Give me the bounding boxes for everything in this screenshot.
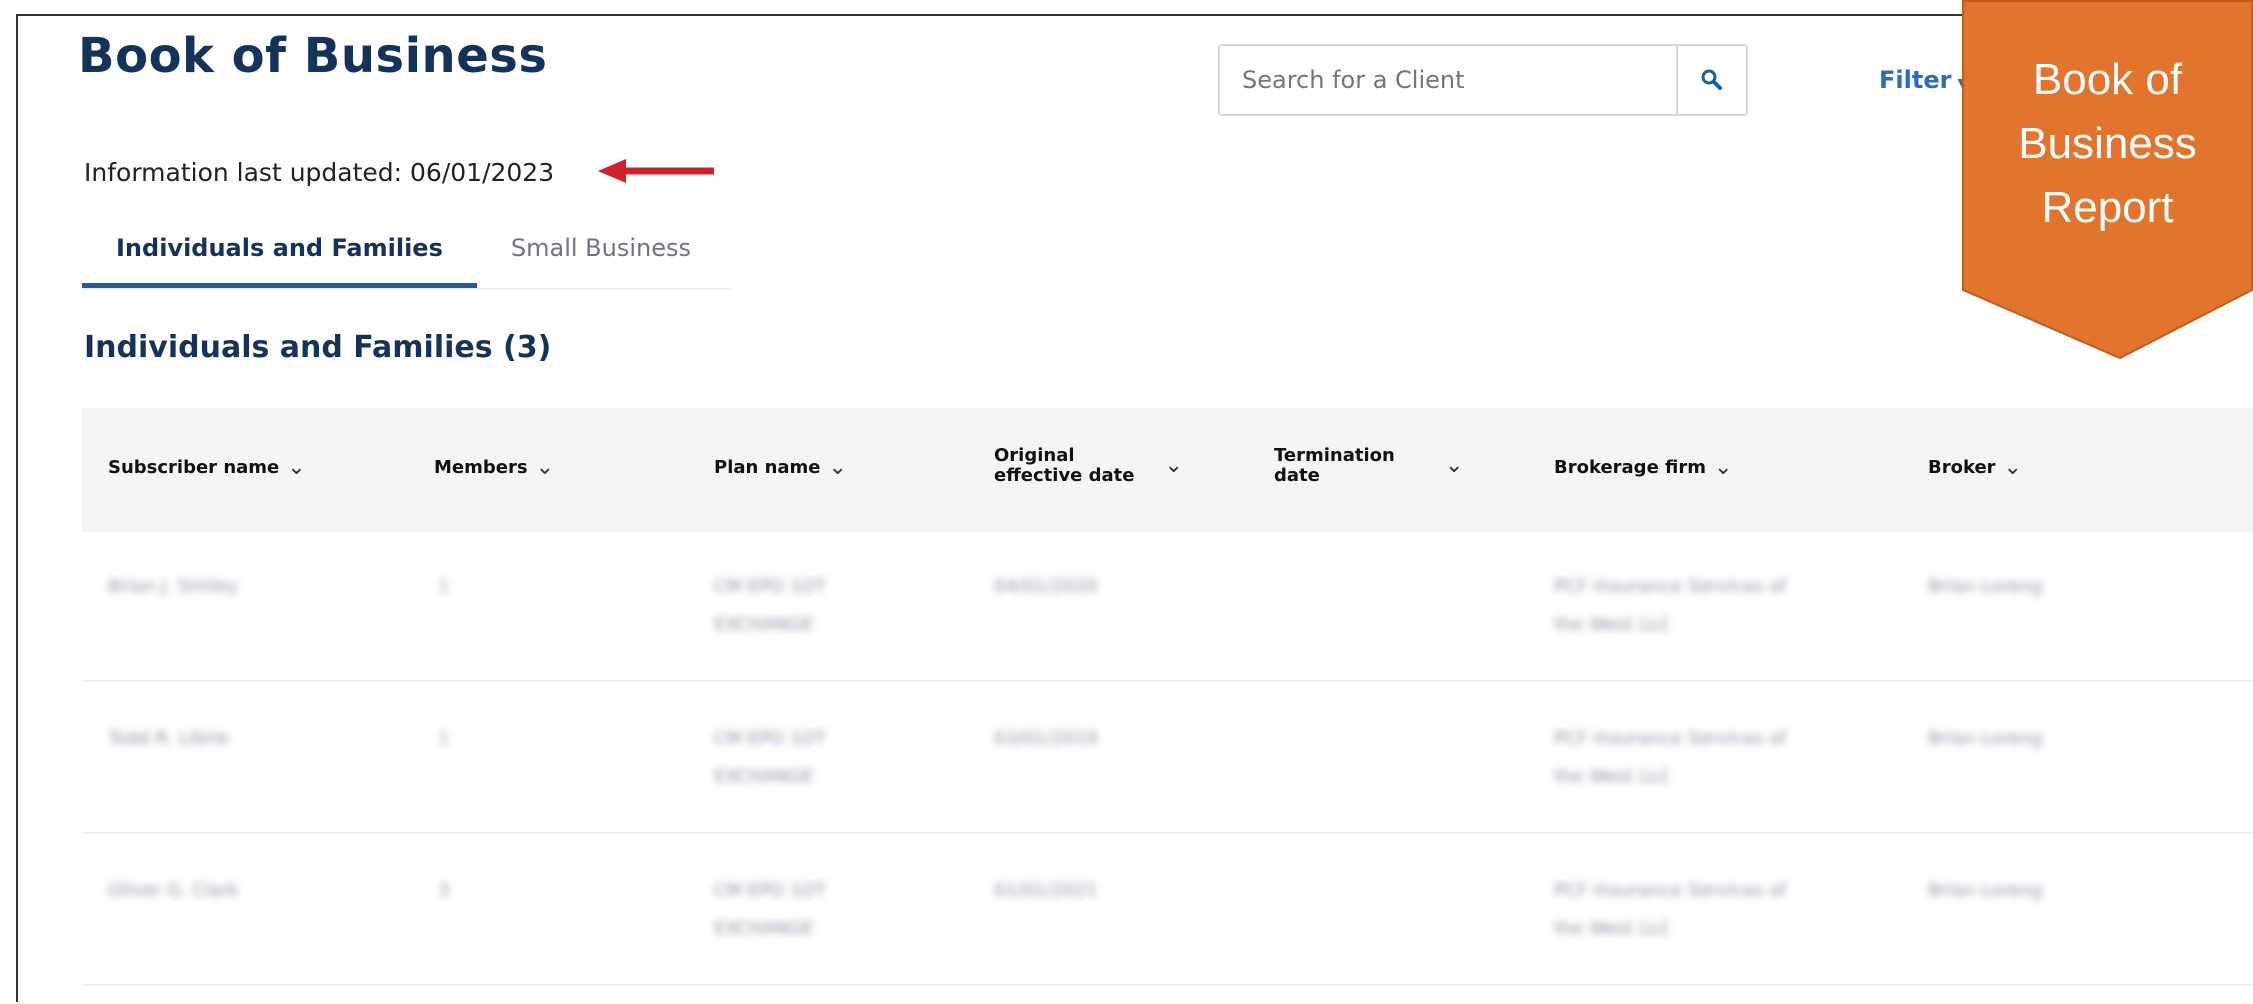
- search-input[interactable]: [1220, 46, 1676, 114]
- column-label: Members: [434, 457, 528, 478]
- column-label: Subscriber name: [108, 457, 280, 478]
- column-header-members[interactable]: Members ⌄: [434, 455, 554, 480]
- effective-date-cell: 04/01/2020: [994, 576, 1098, 597]
- column-header-broker[interactable]: Broker ⌄: [1928, 455, 2022, 480]
- chevron-down-icon: ⌄: [2003, 455, 2022, 480]
- brokerage-firm-cell: PCF Insurance Services of the West LLC: [1554, 568, 1787, 644]
- tab-small-business[interactable]: Small Business: [477, 222, 725, 288]
- filter-link[interactable]: Filter▼: [1879, 66, 1968, 94]
- plan-name-cell: CM EPO 1DT EXCHANGE: [714, 720, 826, 796]
- column-label-line2: date: [1274, 465, 1320, 486]
- plan-name-line1: CM EPO 1DT: [714, 728, 827, 749]
- table-row[interactable]: Oliver G. Clark 3 CM EPO 1DT EXCHANGE 01/…: [82, 836, 2253, 986]
- plan-name-line1: CM EPO 1DT: [714, 880, 827, 901]
- subscriber-name-cell: Brian J. Smiley: [108, 576, 239, 597]
- table-row[interactable]: Todd R. Librie 1 CM EPO 1DT EXCHANGE 03/0…: [82, 684, 2253, 834]
- badge-line: Business: [2018, 119, 2197, 168]
- column-label: Termination date: [1274, 446, 1395, 486]
- broker-cell: Brian Loreng: [1928, 576, 2043, 597]
- search-icon: [1701, 69, 1722, 90]
- chevron-down-icon: ⌄: [535, 455, 554, 480]
- plan-name-line2: EXCHANGE: [714, 918, 814, 939]
- broker-cell: Brian Loreng: [1928, 728, 2043, 749]
- brokerage-firm-line1: PCF Insurance Services of: [1554, 728, 1787, 749]
- column-label: Original effective date: [994, 446, 1135, 486]
- effective-date-cell: 03/01/2019: [994, 728, 1098, 749]
- tab-bar: Individuals and Families Small Business: [82, 222, 732, 290]
- badge-text: Book of Business Report: [1962, 48, 2253, 240]
- members-cell: 1: [438, 728, 450, 749]
- plan-name-cell: CM EPO 1DT EXCHANGE: [714, 568, 826, 644]
- red-arrow-annotation: [598, 159, 714, 183]
- broker-cell: Brian Loreng: [1928, 880, 2043, 901]
- brokerage-firm-line2: the West LLC: [1554, 614, 1672, 635]
- column-header-plan-name[interactable]: Plan name ⌄: [714, 455, 847, 480]
- chevron-down-icon: ⌄: [828, 455, 847, 480]
- search-box[interactable]: [1218, 44, 1748, 116]
- brokerage-firm-cell: PCF Insurance Services of the West LLC: [1554, 720, 1787, 796]
- brokerage-firm-line1: PCF Insurance Services of: [1554, 576, 1787, 597]
- subscriber-name-cell: Oliver G. Clark: [108, 880, 239, 901]
- column-label: Broker: [1928, 457, 1996, 478]
- plan-name-line2: EXCHANGE: [714, 766, 814, 787]
- brokerage-firm-line2: the West LLC: [1554, 766, 1672, 787]
- page-title: Book of Business: [78, 28, 548, 84]
- column-header-termination-date[interactable]: Termination date ⌄: [1274, 446, 1463, 486]
- badge-line: Report: [2041, 183, 2174, 232]
- search-button[interactable]: [1676, 46, 1746, 114]
- brokerage-firm-cell: PCF Insurance Services of the West LLC: [1554, 872, 1787, 948]
- section-title: Individuals and Families (3): [84, 330, 552, 365]
- column-label-line2: effective date: [994, 465, 1135, 486]
- filter-label: Filter: [1879, 66, 1952, 94]
- last-updated-text: Information last updated: 06/01/2023: [84, 158, 555, 187]
- plan-name-line1: CM EPO 1DT: [714, 576, 827, 597]
- column-header-subscriber-name[interactable]: Subscriber name ⌄: [108, 455, 306, 480]
- chevron-down-icon: ⌄: [1164, 453, 1183, 478]
- plan-name-cell: CM EPO 1DT EXCHANGE: [714, 872, 826, 948]
- tab-individuals-families[interactable]: Individuals and Families: [82, 222, 477, 288]
- subscriber-name-cell: Todd R. Librie: [108, 728, 229, 749]
- brokerage-firm-line2: the West LLC: [1554, 918, 1672, 939]
- table-row[interactable]: Brian J. Smiley 1 CM EPO 1DT EXCHANGE 04/…: [82, 532, 2253, 682]
- chevron-down-icon: ⌄: [1714, 455, 1733, 480]
- column-label: Plan name: [714, 457, 821, 478]
- column-header-brokerage-firm[interactable]: Brokerage firm ⌄: [1554, 455, 1733, 480]
- column-header-original-effective-date[interactable]: Original effective date ⌄: [994, 446, 1183, 486]
- table-header: Subscriber name ⌄ Members ⌄ Plan name ⌄ Ori…: [82, 408, 2253, 532]
- badge-line: Book of: [2032, 55, 2183, 104]
- effective-date-cell: 01/01/2021: [994, 880, 1098, 901]
- column-label: Brokerage firm: [1554, 457, 1707, 478]
- chevron-down-icon: ⌄: [287, 455, 306, 480]
- plan-name-line2: EXCHANGE: [714, 614, 814, 635]
- column-label-line1: Termination: [1274, 445, 1395, 466]
- column-label-line1: Original: [994, 445, 1075, 466]
- chevron-down-icon: ⌄: [1444, 453, 1464, 478]
- members-cell: 1: [438, 576, 450, 597]
- brokerage-firm-line1: PCF Insurance Services of: [1554, 880, 1787, 901]
- members-cell: 3: [438, 880, 450, 901]
